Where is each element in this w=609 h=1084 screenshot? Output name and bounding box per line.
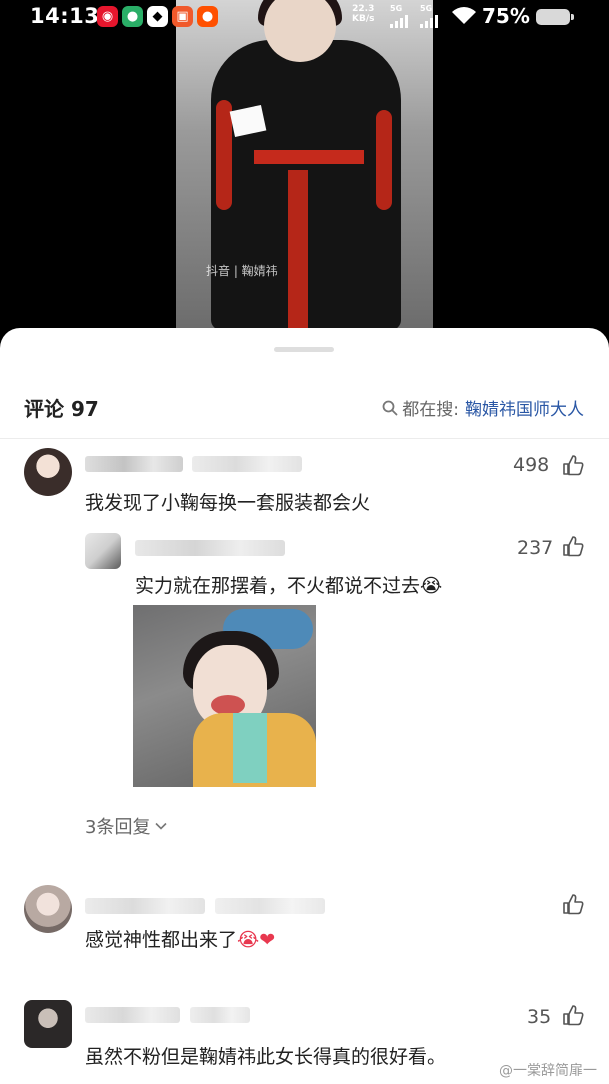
more-replies-button[interactable]: 3条回复 bbox=[85, 813, 168, 839]
comment-text: 感觉神性都出来了 bbox=[85, 929, 238, 951]
username[interactable] bbox=[85, 456, 183, 472]
reply-like-count: 237 bbox=[517, 537, 554, 559]
status-time: 14:13 bbox=[30, 4, 100, 28]
username[interactable] bbox=[85, 898, 205, 914]
notification-icons: ◉ ● ◆ ▣ ● bbox=[97, 6, 218, 27]
net-speed-value: 22.3 bbox=[352, 4, 375, 14]
reply-username[interactable] bbox=[135, 540, 285, 556]
battery-icon bbox=[536, 9, 574, 25]
reply-text: 实力就在那摆着，不火都说不过去 bbox=[135, 575, 421, 597]
search-suggestion[interactable]: 都在搜: 鞠婧祎国师大人 bbox=[382, 395, 584, 420]
thumbs-up-icon[interactable] bbox=[562, 535, 584, 557]
search-icon bbox=[382, 400, 398, 415]
thumbs-up-icon[interactable] bbox=[562, 893, 584, 915]
reply-text-row: 实力就在那摆着，不火都说不过去😭 bbox=[135, 571, 442, 598]
thumbs-up-icon[interactable] bbox=[562, 454, 584, 476]
username-meta bbox=[215, 898, 325, 914]
taobao-icon: ● bbox=[197, 6, 218, 27]
qq-icon: ◆ bbox=[147, 6, 168, 27]
divider bbox=[0, 438, 609, 439]
watermark: @一棠辞简扉一 bbox=[499, 1063, 597, 1079]
reply-avatar[interactable] bbox=[85, 533, 121, 569]
wechat-icon: ● bbox=[122, 6, 143, 27]
chevron-down-icon bbox=[155, 822, 168, 830]
weibo-icon: ◉ bbox=[97, 6, 118, 27]
video-player[interactable]: 抖音 | 鞠婧祎 bbox=[176, 0, 433, 330]
search-keyword[interactable]: 鞠婧祎国师大人 bbox=[465, 395, 584, 420]
like-count: 35 bbox=[527, 1006, 552, 1028]
status-bar: 14:13 ◉ ● ◆ ▣ ● 22.3 KB/s 5G 5G 75% bbox=[0, 0, 609, 34]
avatar[interactable] bbox=[24, 448, 72, 496]
comment-text-row: 感觉神性都出来了😭❤ bbox=[85, 925, 275, 952]
username-meta bbox=[192, 456, 302, 472]
search-prefix: 都在搜: bbox=[402, 400, 459, 420]
username-meta bbox=[190, 1007, 250, 1023]
signal-1-icon: 5G bbox=[390, 4, 414, 28]
comments-sheet: 评论 97 都在搜: 鞠婧祎国师大人 498 我发现了小鞠每换一套服装都会火 2… bbox=[0, 328, 609, 1084]
app-icon: ▣ bbox=[172, 6, 193, 27]
reply-image[interactable] bbox=[133, 605, 316, 787]
sim1-label: 5G bbox=[390, 4, 403, 13]
avatar[interactable] bbox=[24, 1000, 72, 1048]
comment-text: 虽然不粉但是鞠婧祎此女长得真的很好看。 bbox=[85, 1046, 447, 1068]
net-speed: 22.3 KB/s bbox=[352, 4, 374, 24]
sim2-label: 5G bbox=[420, 4, 433, 13]
like-count: 498 bbox=[513, 454, 550, 476]
signal-2-icon: 5G bbox=[420, 4, 444, 28]
more-replies-label: 3条回复 bbox=[85, 817, 151, 838]
wifi-icon bbox=[452, 7, 476, 24]
drag-handle[interactable] bbox=[274, 347, 334, 352]
battery-percent: 75% bbox=[482, 4, 530, 28]
avatar[interactable] bbox=[24, 885, 72, 933]
username[interactable] bbox=[85, 1007, 180, 1023]
crying-heart-emoji: 😭❤ bbox=[237, 929, 276, 951]
thumbs-up-icon[interactable] bbox=[562, 1004, 584, 1026]
comment-text: 我发现了小鞠每换一套服装都会火 bbox=[85, 492, 371, 514]
video-watermark: 抖音 | 鞠婧祎 bbox=[206, 264, 278, 278]
crying-emoji: 😭 bbox=[420, 575, 443, 597]
net-speed-unit: KB/s bbox=[352, 14, 375, 24]
comments-title: 评论 97 bbox=[24, 397, 99, 421]
